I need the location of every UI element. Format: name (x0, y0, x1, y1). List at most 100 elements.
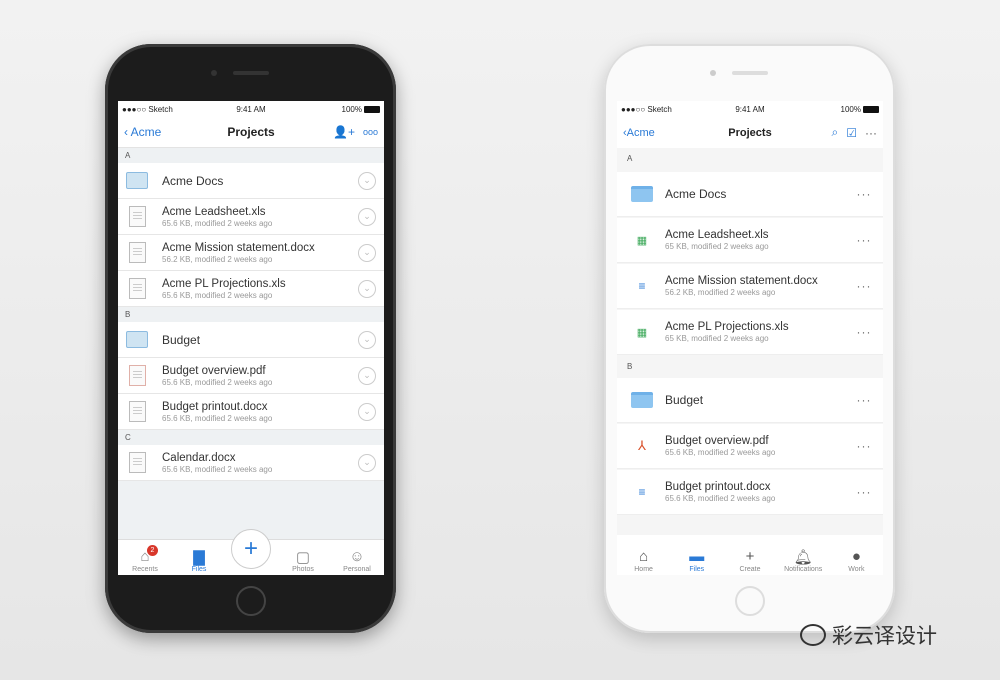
section-header: B (617, 356, 883, 378)
more-options-icon[interactable]: ··· (853, 277, 875, 295)
battery-level: 100% (840, 104, 861, 114)
item-name: Budget overview.pdf (162, 364, 266, 377)
more-options-icon[interactable]: ··· (853, 231, 875, 249)
xls-file-icon (128, 206, 146, 227)
white-phone-mockup: ●●●○○ Sketch 9:41 AM 100% ‹Acme Projects… (604, 44, 895, 633)
more-options-icon[interactable]: ··· (853, 437, 875, 455)
chevron-down-icon[interactable]: ⌄ (358, 366, 376, 385)
section-header: C (118, 430, 384, 445)
file-row[interactable]: ≡ Budget printout.docx 65.6 KB, modified 2… (617, 470, 883, 515)
tab-photos[interactable]: ▢ Photos (281, 548, 325, 573)
shared-folder-icon (126, 331, 148, 348)
tab-home[interactable]: ⌂ Home (622, 548, 666, 573)
search-icon[interactable]: ⌕ (832, 125, 839, 140)
chevron-down-icon[interactable]: ⌄ (358, 279, 376, 298)
file-list: A Acme Docs ··· ▦ Acme Leadsheet.xls 65 KB, m… (617, 148, 883, 515)
section-header: B (118, 307, 384, 322)
more-options-icon[interactable]: ··· (853, 483, 875, 501)
file-row[interactable]: ≡ Acme Mission statement.docx 56.2 KB, mod… (617, 264, 883, 309)
carrier: ●●●○○ Sketch (122, 104, 173, 114)
back-button[interactable]: ‹ Acme (124, 125, 161, 139)
tab-files[interactable]: ▬ Files (675, 548, 719, 573)
folder-row[interactable]: Budget ⌄ (118, 322, 384, 358)
folder-icon: ▬ (689, 548, 705, 565)
back-label: Acme (626, 126, 655, 139)
screen-left: ●●●○○ Sketch 9:41 AM 100% ‹ Acme Project… (118, 101, 384, 575)
chevron-down-icon[interactable]: ⌄ (358, 330, 376, 349)
tab-label: Create (739, 566, 761, 573)
item-meta: 65 KB, modified 2 weeks ago (665, 242, 769, 251)
folder-row[interactable]: Acme Docs ⌄ (118, 163, 384, 199)
item-name: Acme PL Projections.xls (162, 277, 286, 290)
item-name: Acme Mission statement.docx (665, 275, 818, 287)
item-name: Acme Leadsheet.xls (665, 229, 769, 241)
tab-bar: ⌂ 2 Recents ▇ Files + ▢ Photos ☺ Personal (118, 529, 384, 575)
chevron-down-icon[interactable]: ⌄ (358, 243, 376, 262)
file-row[interactable]: Acme Mission statement.docx 56.2 KB, modi… (118, 235, 384, 271)
more-options-icon[interactable]: ··· (853, 323, 875, 341)
tab-label: Files (689, 566, 705, 573)
item-name: Budget overview.pdf (665, 435, 769, 447)
more-options-icon[interactable]: ··· (853, 391, 875, 409)
file-row[interactable]: Acme Leadsheet.xls 65.6 KB, modified 2 we… (118, 199, 384, 235)
folder-row[interactable]: Budget ··· (617, 378, 883, 423)
file-row[interactable]: Budget printout.docx 65.6 KB, modified 2 … (118, 394, 384, 430)
section-header: A (617, 148, 883, 170)
item-name: Calendar.docx (162, 451, 236, 464)
chevron-down-icon[interactable]: ⌄ (358, 453, 376, 472)
battery-level: 100% (341, 104, 362, 114)
screen-right: ●●●○○ Sketch 9:41 AM 100% ‹Acme Projects… (617, 101, 883, 575)
tab-notifications[interactable]: 🔔︎ Notifications (781, 548, 825, 573)
shared-folder-icon (126, 172, 148, 189)
checkbox-icon[interactable]: ☑ (846, 126, 857, 140)
item-meta: 65 KB, modified 2 weeks ago (665, 334, 769, 343)
ellipsis-icon[interactable]: ooo (363, 127, 378, 137)
status-bar: ●●●○○ Sketch 9:41 AM 100% (617, 101, 883, 117)
bell-icon: 🔔︎ (793, 549, 813, 566)
battery-icon (862, 105, 879, 113)
tab-personal[interactable]: ☺ Personal (335, 548, 379, 573)
tab-label: Home (634, 566, 653, 573)
person-icon: ☺ (349, 548, 365, 565)
chevron-down-icon[interactable]: ⌄ (358, 207, 376, 226)
file-row[interactable]: ▦ Acme PL Projections.xls 65 KB, modified … (617, 310, 883, 355)
folder-row[interactable]: Acme Docs ··· (617, 172, 883, 217)
speaker (731, 71, 768, 75)
item-meta: 65.6 KB, modified 2 weeks ago (162, 218, 273, 228)
item-name: Acme PL Projections.xls (665, 321, 789, 333)
xls-file-icon (128, 278, 146, 299)
chevron-down-icon[interactable]: ⌄ (358, 171, 376, 190)
home-button (734, 586, 765, 616)
back-button[interactable]: ‹Acme (623, 127, 655, 139)
item-meta: 65.6 KB, modified 2 weeks ago (665, 494, 776, 503)
pdf-icon: ⅄ (638, 438, 646, 453)
nav-bar: ‹Acme Projects ⌕ ☑ ··· (617, 117, 883, 148)
document-icon: ▇ (193, 549, 205, 566)
person-icon: ● (851, 548, 861, 565)
file-row[interactable]: Acme PL Projections.xls 65.6 KB, modified… (118, 271, 384, 307)
more-options-icon[interactable]: ··· (853, 185, 875, 203)
tab-label: Work (848, 566, 865, 573)
spreadsheet-icon: ▦ (636, 234, 648, 247)
docx-file-icon (128, 242, 146, 263)
file-list: A Acme Docs ⌄ Acme Leadsheet.xls 65.6 KB, mo… (118, 148, 384, 481)
wechat-icon (800, 624, 826, 646)
add-button[interactable]: + (231, 529, 271, 569)
file-row[interactable]: ▦ Acme Leadsheet.xls 65 KB, modified 2 wee… (617, 218, 883, 263)
pdf-file-icon (128, 365, 146, 386)
file-row[interactable]: Calendar.docx 65.6 KB, modified 2 weeks a… (118, 445, 384, 481)
section-header: A (118, 148, 384, 163)
chevron-down-icon[interactable]: ⌄ (358, 402, 376, 421)
tab-recents[interactable]: ⌂ 2 Recents (123, 545, 167, 573)
person-add-icon[interactable]: 👤+ (333, 125, 355, 139)
docx-file-icon (128, 452, 146, 473)
ellipsis-icon[interactable]: ··· (865, 126, 877, 140)
file-row[interactable]: ⅄ Budget overview.pdf 65.6 KB, modified 2 … (617, 424, 883, 469)
tab-create[interactable]: + Create (728, 548, 772, 573)
tab-work[interactable]: ● Work (834, 548, 878, 573)
carrier: ●●●○○ Sketch (621, 104, 672, 114)
house-icon: ⌂ (639, 548, 649, 565)
tab-files[interactable]: ▇ Files (177, 548, 221, 573)
file-row[interactable]: Budget overview.pdf 65.6 KB, modified 2 w… (118, 358, 384, 394)
notification-badge: 2 (147, 545, 158, 556)
